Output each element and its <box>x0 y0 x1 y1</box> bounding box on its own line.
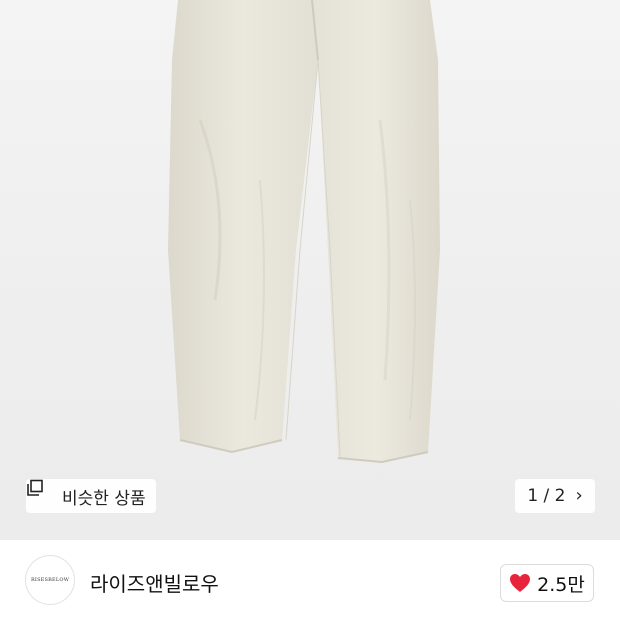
image-counter-text: 1 / 2 <box>527 486 566 506</box>
product-page: 비슷한 상품 1 / 2 › RISESBELOW 라이즈앤빌로우 2.5만 <box>0 0 620 620</box>
chevron-right-icon: › <box>575 485 583 506</box>
like-count: 2.5만 <box>537 573 585 596</box>
copy-squares-icon <box>27 479 54 505</box>
shop-avatar[interactable]: RISESBELOW <box>25 555 75 605</box>
similar-products-button[interactable]: 비슷한 상품 <box>26 479 156 513</box>
shop-logo-text: RISESBELOW <box>30 577 70 583</box>
image-counter-button[interactable]: 1 / 2 › <box>515 479 595 513</box>
similar-products-label: 비슷한 상품 <box>62 488 146 509</box>
product-photo-pants <box>168 0 440 464</box>
heart-icon <box>509 573 531 593</box>
shop-info-bar: RISESBELOW 라이즈앤빌로우 2.5만 <box>0 540 620 620</box>
like-button[interactable]: 2.5만 <box>500 564 594 602</box>
shop-name[interactable]: 라이즈앤빌로우 <box>90 568 219 597</box>
product-image-carousel[interactable]: 비슷한 상품 1 / 2 › <box>0 0 620 540</box>
